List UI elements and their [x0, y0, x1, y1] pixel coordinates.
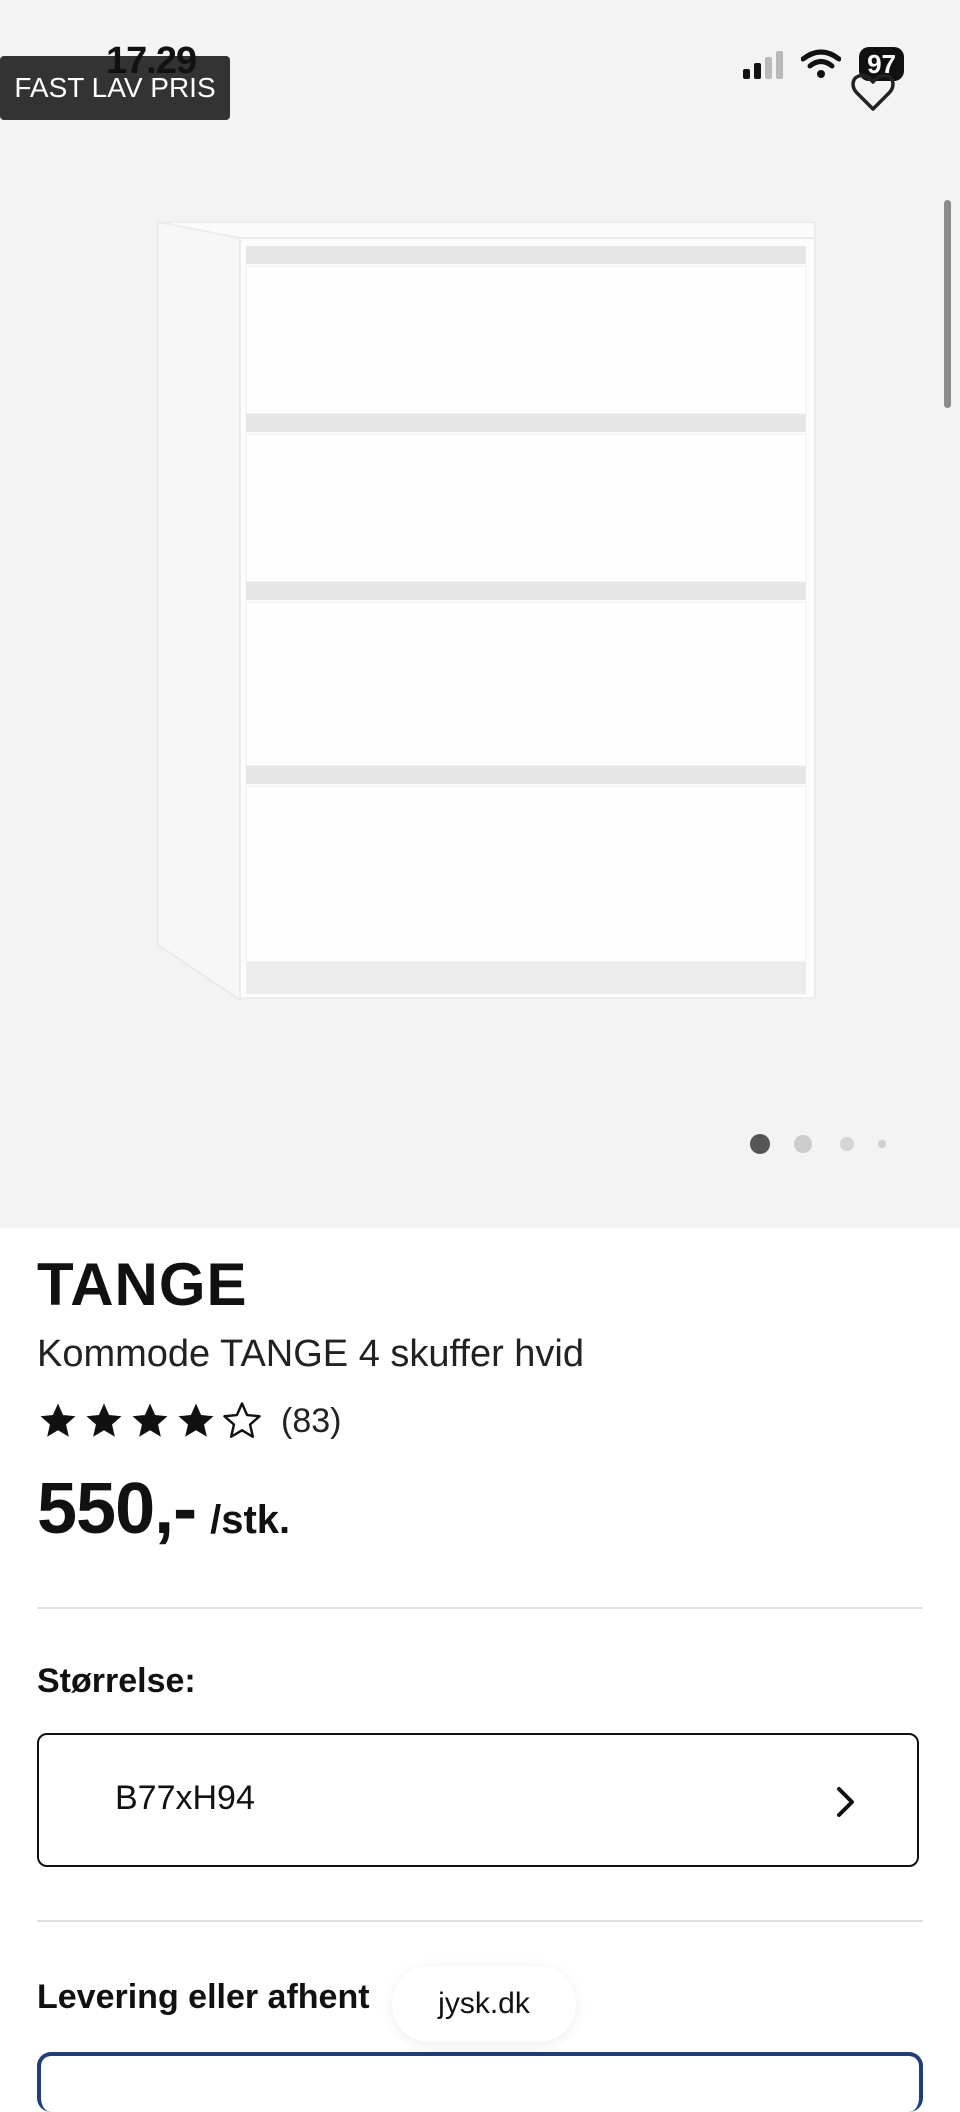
carousel-dot-1[interactable]: [750, 1134, 770, 1154]
size-label: Størrelse:: [37, 1662, 196, 1700]
carousel-dot-4[interactable]: [878, 1140, 886, 1148]
delivery-option-box[interactable]: [37, 2052, 923, 2112]
star-icon: [40, 1403, 76, 1437]
divider: [37, 1607, 923, 1609]
carousel-dot-3[interactable]: [840, 1137, 854, 1151]
carousel-dot-2[interactable]: [794, 1135, 812, 1153]
product-price: 550,- /stk.: [37, 1468, 290, 1550]
product-subtitle: Kommode TANGE 4 skuffer hvid: [37, 1333, 585, 1375]
star-outline-icon: [223, 1402, 261, 1438]
delivery-label: Levering eller afhent: [37, 1978, 370, 2016]
wifi-icon: [801, 49, 842, 78]
signal-icon: [743, 49, 784, 79]
browser-url-pill[interactable]: jysk.dk: [392, 1966, 576, 2042]
star-icon: [132, 1403, 168, 1437]
chevron-right-icon: [837, 1787, 854, 1817]
scrollbar[interactable]: [944, 200, 951, 408]
star-icon: [86, 1403, 122, 1437]
star-icon: [178, 1403, 214, 1437]
product-hero: 17.29 97 FAST LAV PRIS: [0, 0, 960, 1228]
price-value: 550,-: [37, 1469, 197, 1549]
rating-count[interactable]: (83): [281, 1402, 341, 1441]
carousel-dots[interactable]: [740, 1134, 900, 1154]
product-image: [157, 220, 816, 1002]
status-time: 17.29: [106, 40, 197, 82]
divider: [37, 1920, 923, 1922]
product-brand: TANGE: [37, 1251, 248, 1318]
heart-icon[interactable]: [849, 68, 897, 116]
product-rating[interactable]: (83): [37, 1396, 341, 1446]
size-selector[interactable]: B77xH94: [37, 1733, 919, 1867]
price-unit: /stk.: [210, 1498, 291, 1542]
size-value: B77xH94: [115, 1779, 255, 1817]
